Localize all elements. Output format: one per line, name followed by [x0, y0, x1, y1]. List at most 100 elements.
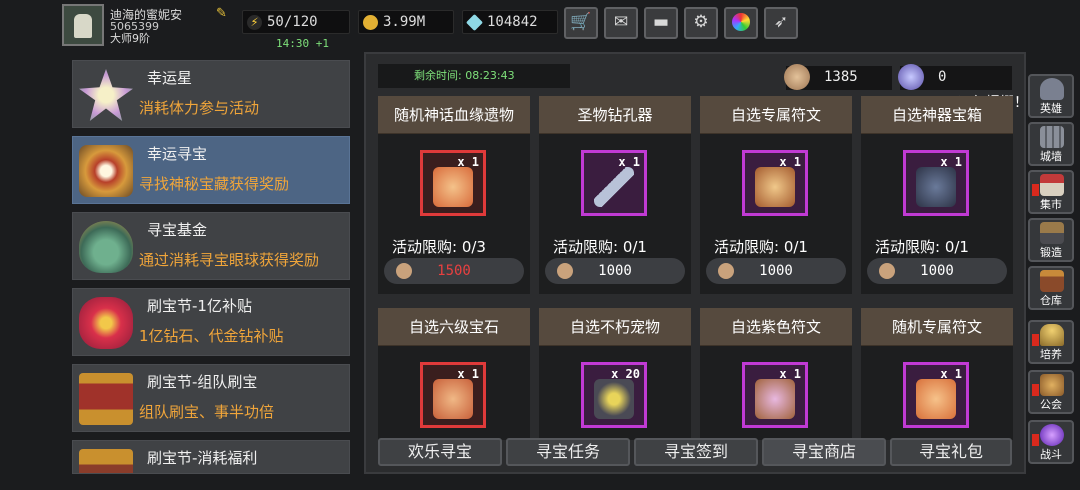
energy-counter: ⚡ 50/120 — [242, 10, 350, 34]
diamond-counter: 104842 — [462, 10, 558, 34]
menu-item-desc: 组队刷宝、事半功倍 — [139, 403, 275, 421]
shop-item[interactable]: 自选神器宝箱 x 1 活动限购: 0/1 1000 — [861, 96, 1013, 294]
feather-icon: ➶ — [773, 12, 789, 32]
feather-button[interactable]: ➶ — [764, 7, 798, 39]
helmet-icon — [1040, 78, 1064, 100]
token-counter: 1385 — [784, 64, 892, 90]
side-nav-battle[interactable]: 战斗 — [1028, 420, 1074, 464]
side-nav-wall[interactable]: 城墙 — [1028, 122, 1074, 166]
pencil-icon[interactable]: ✎ — [216, 7, 230, 21]
side-nav-forge[interactable]: 锻造 — [1028, 218, 1074, 262]
menu-item-lucky-star[interactable]: 幸运星 消耗体力参与活动 — [72, 60, 350, 128]
side-nav-train[interactable]: 培养 — [1028, 320, 1074, 364]
gamepad-button[interactable]: ▬ — [644, 7, 678, 39]
price-button[interactable]: 1000 — [545, 258, 685, 284]
drill-icon — [594, 167, 634, 207]
wall-icon — [1040, 126, 1064, 148]
notification-badge — [1032, 384, 1039, 396]
shop-item-name: 随机专属符文 — [861, 308, 1013, 346]
energy-regen-timer: 14:30 +1 — [276, 37, 329, 50]
side-nav-guild[interactable]: 公会 — [1028, 370, 1074, 414]
shop-item-name: 自选紫色符文 — [700, 308, 852, 346]
red-gem-icon — [79, 297, 133, 349]
shop-item[interactable]: 自选六级宝石 x 1 — [378, 308, 530, 440]
shop-item[interactable]: 随机神话血缘遗物 x 1 活动限购: 0/3 1500 — [378, 96, 530, 294]
menu-item-desc: 通过消耗寻宝眼球获得奖励 — [139, 251, 320, 269]
avatar[interactable] — [62, 4, 104, 46]
purchase-limit: 活动限购: 0/3 — [392, 238, 486, 256]
item-slot[interactable]: x 1 — [420, 150, 486, 216]
settings-button[interactable]: ⚙ — [684, 7, 718, 39]
menu-item-title: 刷宝节-消耗福利 — [147, 449, 258, 467]
menu-item-title: 幸运星 — [147, 69, 193, 87]
tab-hunt-signin[interactable]: 寻宝签到 — [634, 438, 758, 466]
relic-icon — [433, 167, 473, 207]
shop-item[interactable]: 圣物钻孔器 x 1 活动限购: 0/1 1000 — [539, 96, 691, 294]
menu-item-subsidy[interactable]: 刷宝节-1亿补贴 1亿钻石、代金钻补贴 — [72, 288, 350, 356]
tab-happy-hunt[interactable]: 欢乐寻宝 — [378, 438, 502, 466]
menu-item-title: 寻宝基金 — [147, 221, 208, 239]
color-wheel-icon — [732, 13, 750, 31]
shop-item-name: 自选六级宝石 — [378, 308, 530, 346]
rune-chest-icon — [755, 379, 795, 419]
portal-icon — [1040, 424, 1064, 446]
item-slot[interactable]: x 1 — [903, 362, 969, 428]
shop-item-name: 自选神器宝箱 — [861, 96, 1013, 134]
notification-badge — [1032, 334, 1039, 346]
anvil-icon — [1040, 222, 1064, 244]
color-wheel-button[interactable] — [724, 7, 758, 39]
price-button[interactable]: 1000 — [706, 258, 846, 284]
orb-icon — [898, 64, 924, 90]
tab-hunt-shop[interactable]: 寻宝商店 — [762, 438, 886, 466]
item-slot[interactable]: x 1 — [903, 150, 969, 216]
side-nav-market[interactable]: 集市 — [1028, 170, 1074, 214]
menu-item-desc: 1亿钻石、代金钻补贴 — [139, 327, 284, 345]
remaining-time: 剩余时间: 08:23:43 — [378, 64, 570, 88]
tab-hunt-tasks[interactable]: 寻宝任务 — [506, 438, 630, 466]
diamond-icon — [466, 14, 483, 31]
purchase-limit: 活动限购: 0/1 — [553, 238, 647, 256]
item-slot[interactable]: x 1 — [742, 362, 808, 428]
mail-button[interactable]: ✉ — [604, 7, 638, 39]
guild-icon — [1040, 374, 1064, 396]
market-icon — [1040, 174, 1064, 196]
player-rank: 大师9阶 — [110, 32, 150, 45]
coin-icon — [363, 15, 378, 30]
token-icon — [879, 263, 895, 279]
menu-item-team[interactable]: 刷宝节-组队刷宝 组队刷宝、事半功倍 — [72, 364, 350, 432]
item-slot[interactable]: x 20 — [581, 362, 647, 428]
item-slot[interactable]: x 1 — [420, 362, 486, 428]
shop-cart-button[interactable]: 🛒 — [564, 7, 598, 39]
notification-badge — [1032, 434, 1039, 446]
price-button[interactable]: 1500 — [384, 258, 524, 284]
gold-counter: 3.99M — [358, 10, 454, 34]
shop-item-name: 圣物钻孔器 — [539, 96, 691, 134]
shop-item-name: 自选专属符文 — [700, 96, 852, 134]
menu-item-treasure-fund[interactable]: 寻宝基金 通过消耗寻宝眼球获得奖励 — [72, 212, 350, 280]
side-nav-hero[interactable]: 英雄 — [1028, 74, 1074, 118]
menu-item-lucky-treasure[interactable]: 幸运寻宝 寻找神秘宝藏获得奖励 — [72, 136, 350, 204]
shop-item[interactable]: 随机专属符文 x 1 — [861, 308, 1013, 440]
shop-item[interactable]: 自选紫色符文 x 1 — [700, 308, 852, 440]
tab-hunt-gift[interactable]: 寻宝礼包 — [890, 438, 1012, 466]
notification-badge — [1032, 184, 1039, 196]
warehouse-icon — [1040, 270, 1064, 292]
chest-icon — [79, 373, 133, 425]
shop-item[interactable]: 自选不朽宠物 x 20 — [539, 308, 691, 440]
shop-item[interactable]: 自选专属符文 x 1 活动限购: 0/1 1000 — [700, 96, 852, 294]
item-slot[interactable]: x 1 — [742, 150, 808, 216]
money-bag-icon — [79, 221, 133, 273]
price-button[interactable]: 1000 — [867, 258, 1007, 284]
menu-item-title: 刷宝节-1亿补贴 — [147, 297, 252, 315]
token-icon — [784, 64, 810, 90]
artifact-chest-icon — [916, 167, 956, 207]
gear-icon: ⚙ — [693, 12, 709, 32]
chest-icon — [79, 449, 133, 473]
menu-item-consume[interactable]: 刷宝节-消耗福利 — [72, 440, 350, 474]
item-slot[interactable]: x 1 — [581, 150, 647, 216]
star-icon — [79, 69, 133, 121]
menu-item-desc: 寻找神秘宝藏获得奖励 — [139, 175, 290, 193]
rune-chest-icon — [916, 379, 956, 419]
side-nav-warehouse[interactable]: 仓库 — [1028, 266, 1074, 310]
cup-icon — [1040, 324, 1064, 346]
